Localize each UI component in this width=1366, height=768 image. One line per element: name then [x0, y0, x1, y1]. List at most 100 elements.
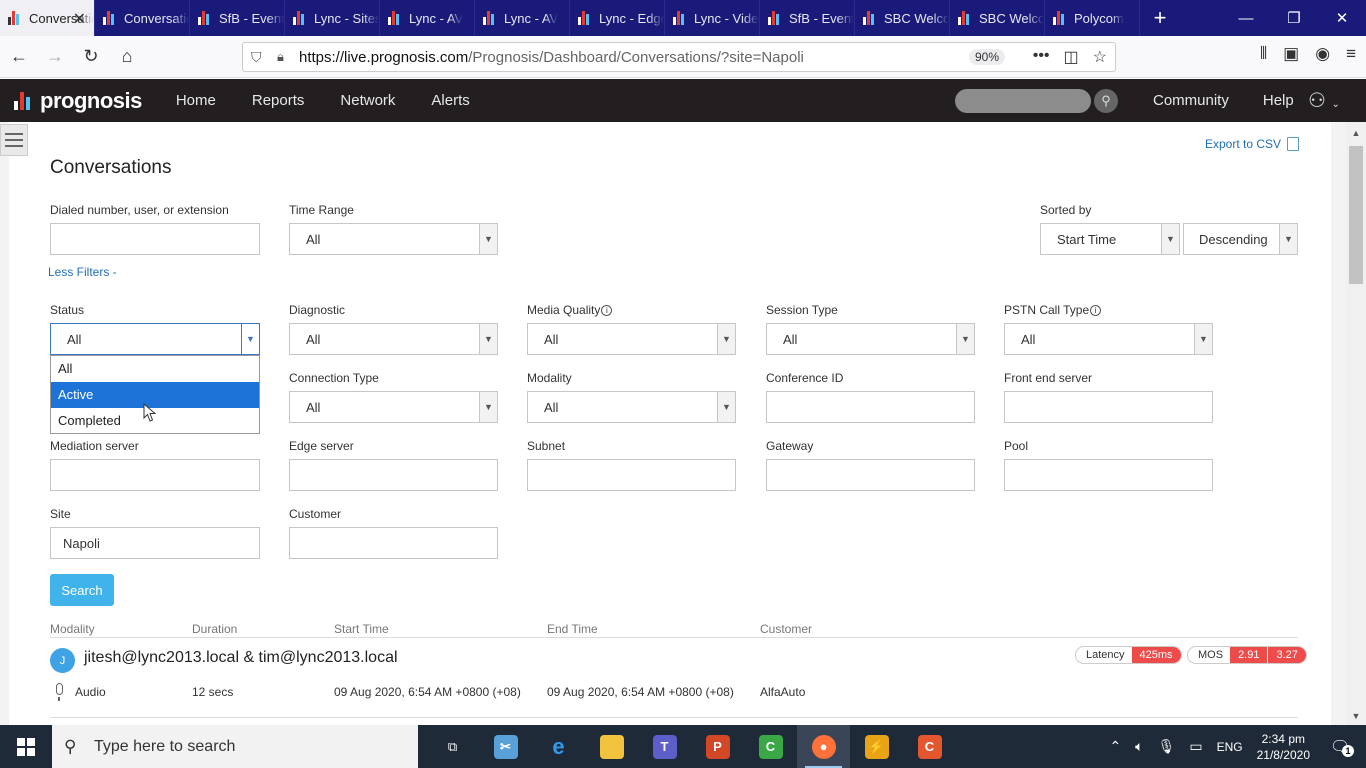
time-range-select[interactable]: All ▼	[289, 223, 498, 255]
nav-home[interactable]: Home	[176, 92, 216, 109]
minimize-icon[interactable]: —	[1222, 0, 1270, 36]
browser-tab[interactable]: Polycom	[1045, 0, 1140, 36]
task-view-icon[interactable]: ⧉	[426, 725, 479, 768]
dialed-number-input[interactable]	[50, 223, 260, 255]
subnet-input[interactable]	[527, 459, 736, 491]
session-type-select[interactable]: All ▼	[766, 323, 975, 355]
media-quality-select[interactable]: All ▼	[527, 323, 736, 355]
edge-server-input[interactable]	[289, 459, 498, 491]
library-icon[interactable]: ⫴	[1260, 44, 1267, 64]
camtasia-recorder-icon[interactable]: C	[903, 725, 956, 768]
nav-network[interactable]: Network	[340, 92, 395, 109]
home-icon[interactable]: ⌂	[110, 40, 144, 74]
browser-tab[interactable]: SBC Welcome	[855, 0, 950, 36]
account-icon[interactable]: ◉	[1315, 44, 1330, 64]
gateway-input[interactable]	[766, 459, 975, 491]
community-link[interactable]: Community	[1153, 92, 1229, 109]
modality-select[interactable]: All ▼	[527, 391, 736, 423]
sort-field-select[interactable]: Start Time ▼	[1040, 223, 1180, 255]
bookmark-star-icon[interactable]: ☆	[1093, 47, 1107, 67]
search-icon[interactable]: ⚲	[1094, 89, 1118, 113]
browser-tab[interactable]: SfB - Events	[760, 0, 855, 36]
browser-tab[interactable]: Conversations✕	[0, 0, 95, 36]
header-search-input[interactable]	[955, 89, 1091, 113]
browser-tab[interactable]: Lync - Sites	[285, 0, 380, 36]
show-hidden-icons-icon[interactable]: ⌃	[1109, 738, 1121, 755]
page-scrollbar[interactable]: ▲ ▼	[1346, 122, 1366, 725]
notification-icon[interactable]: 🗨︎ 1	[1330, 737, 1360, 757]
conversation-title-link[interactable]: jitesh@lync2013.local & tim@lync2013.loc…	[84, 649, 398, 667]
latency-badge[interactable]: Latency 425ms	[1075, 646, 1182, 664]
column-header-modality[interactable]: Modality	[50, 622, 95, 636]
clock[interactable]: 2:34 pm 21/8/2020	[1257, 731, 1310, 763]
column-header-customer[interactable]: Customer	[760, 622, 812, 636]
forward-arrow-icon[interactable]: →	[38, 40, 72, 74]
start-button[interactable]	[0, 725, 52, 768]
nav-alerts[interactable]: Alerts	[431, 92, 469, 109]
close-window-icon[interactable]: ✕	[1318, 0, 1366, 36]
camtasia-icon[interactable]: C	[744, 725, 797, 768]
lock-icon[interactable]: 🔒︎	[277, 49, 291, 65]
new-tab-plus-icon[interactable]: +	[1140, 0, 1180, 36]
reload-icon[interactable]: ↻	[74, 40, 108, 74]
user-avatar-icon[interactable]: ⚇ ⌄	[1308, 88, 1340, 113]
volume-icon[interactable]: 🔈︎	[1135, 738, 1143, 755]
help-link[interactable]: Help	[1263, 92, 1294, 109]
export-csv-link[interactable]: Export to CSV	[1205, 137, 1300, 151]
conference-id-input[interactable]	[766, 391, 975, 423]
microphone-icon[interactable]: 🎙︎	[1158, 738, 1176, 755]
scroll-down-icon[interactable]: ▼	[1346, 711, 1366, 721]
network-tool-icon[interactable]: ⚡	[850, 725, 903, 768]
teams-icon[interactable]: T	[638, 725, 691, 768]
powerpoint-icon[interactable]: P	[691, 725, 744, 768]
prognosis-logo[interactable]: prognosis	[14, 88, 142, 114]
network-icon[interactable]: ▭	[1189, 738, 1202, 755]
browser-tab[interactable]: SfB - Events	[190, 0, 285, 36]
address-bar[interactable]: ⛉ 🔒︎ https://live.prognosis.com/Prognosi…	[242, 42, 1116, 72]
close-tab-icon[interactable]: ✕	[73, 9, 86, 29]
more-actions-icon[interactable]: •••	[1033, 47, 1050, 67]
browser-tab[interactable]: Conversations	[95, 0, 190, 36]
mos-badge[interactable]: MOS 2.91 3.27	[1187, 646, 1307, 664]
file-explorer-icon[interactable]	[585, 725, 638, 768]
connection-type-select[interactable]: All ▼	[289, 391, 498, 423]
pocket-icon[interactable]: ◫	[1064, 47, 1079, 67]
sidebar-icon[interactable]: ▣	[1283, 44, 1299, 64]
site-input[interactable]: Napoli	[50, 527, 260, 559]
menu-icon[interactable]: ≡	[1346, 44, 1356, 64]
browser-tab[interactable]: Lync - Edge	[570, 0, 665, 36]
sort-order-select[interactable]: Descending ▼	[1183, 223, 1298, 255]
column-header-start-time[interactable]: Start Time	[334, 622, 389, 636]
info-icon[interactable]: i	[601, 305, 613, 316]
status-option-all[interactable]: All	[51, 356, 259, 382]
status-select[interactable]: All ▼	[50, 323, 260, 355]
snipping-tool-icon[interactable]: ✂	[479, 725, 532, 768]
zoom-level[interactable]: 90%	[968, 49, 1005, 65]
pstn-call-type-select[interactable]: All ▼	[1004, 323, 1213, 355]
scroll-up-icon[interactable]: ▲	[1346, 128, 1366, 138]
browser-tab[interactable]: Lync - Video	[665, 0, 760, 36]
nav-reports[interactable]: Reports	[252, 92, 305, 109]
customer-input[interactable]	[289, 527, 498, 559]
search-button[interactable]: Search	[50, 574, 114, 606]
browser-tab[interactable]: SBC Welcome	[950, 0, 1045, 36]
mediation-server-input[interactable]	[50, 459, 260, 491]
language-indicator[interactable]: ENG	[1217, 740, 1243, 754]
info-icon[interactable]: i	[1090, 305, 1102, 316]
shield-icon[interactable]: ⛉	[251, 49, 267, 66]
url-text[interactable]: https://live.prognosis.com/Prognosis/Das…	[299, 49, 804, 66]
hamburger-menu-icon[interactable]	[0, 124, 28, 156]
browser-tab[interactable]: Lync - AV	[380, 0, 475, 36]
front-end-server-input[interactable]	[1004, 391, 1213, 423]
restore-icon[interactable]: ❐	[1270, 0, 1318, 36]
back-arrow-icon[interactable]: ←	[2, 40, 36, 74]
edge-browser-icon[interactable]: e	[532, 725, 585, 768]
diagnostic-select[interactable]: All ▼	[289, 323, 498, 355]
browser-tab[interactable]: Lync - AV	[475, 0, 570, 36]
column-header-end-time[interactable]: End Time	[547, 622, 598, 636]
column-header-duration[interactable]: Duration	[192, 622, 237, 636]
scrollbar-thumb[interactable]	[1349, 146, 1363, 284]
firefox-icon[interactable]: ●	[797, 725, 850, 768]
less-filters-link[interactable]: Less Filters -	[48, 265, 117, 279]
pool-input[interactable]	[1004, 459, 1213, 491]
